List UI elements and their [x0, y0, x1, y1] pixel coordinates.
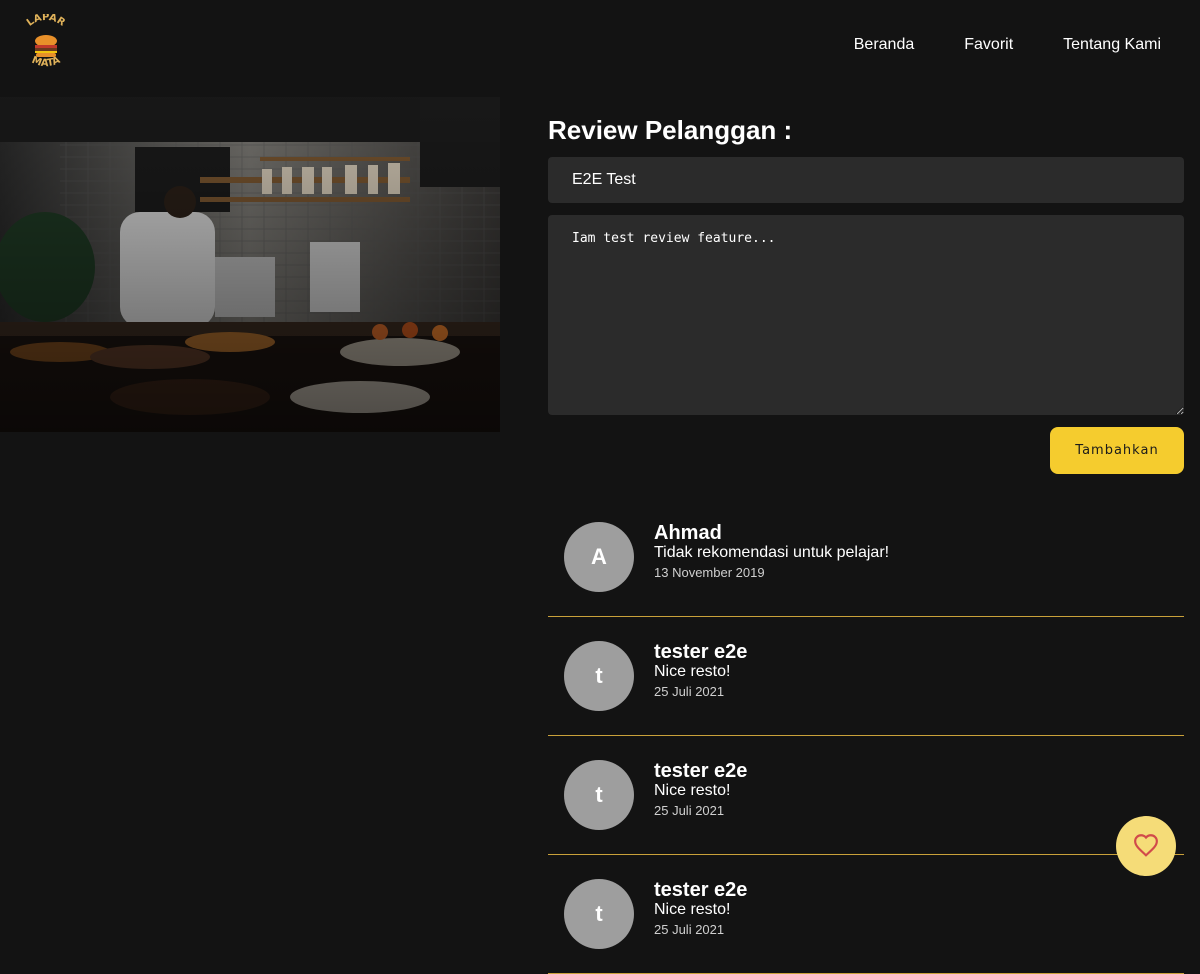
add-review-button[interactable]: Tambahkan	[1050, 427, 1184, 474]
heart-outline-icon	[1133, 833, 1159, 860]
nav-beranda-link[interactable]: Beranda	[854, 35, 915, 55]
review-date: 13 November 2019	[654, 565, 765, 580]
nav-favorit-link[interactable]: Favorit	[964, 35, 1013, 55]
review-item: t tester e2e Nice resto! 25 Juli 2021	[548, 855, 1184, 974]
review-section-title: Review Pelanggan :	[548, 115, 793, 145]
review-item: A Ahmad Tidak rekomendasi untuk pelajar!…	[548, 498, 1184, 617]
svg-text:LAPAR: LAPAR	[25, 14, 67, 29]
review-text: Nice resto!	[654, 663, 731, 680]
avatar: t	[564, 879, 634, 949]
reviewer-name: tester e2e	[654, 641, 748, 663]
review-text: Tidak rekomendasi untuk pelajar!	[654, 544, 890, 561]
review-item: t tester e2e Nice resto! 25 Juli 2021	[548, 617, 1184, 736]
avatar: A	[564, 522, 634, 592]
review-panel: Review Pelanggan : Iam test review featu…	[548, 97, 1184, 474]
reviewer-name-input[interactable]	[548, 157, 1184, 203]
review-text: Nice resto!	[654, 901, 731, 918]
review-date: 25 Juli 2021	[654, 803, 725, 818]
review-date: 25 Juli 2021	[654, 922, 725, 937]
lapar-mata-logo[interactable]: LAPAR MATA	[14, 12, 78, 78]
reviewer-name: tester e2e	[654, 879, 748, 901]
restaurant-image	[0, 97, 500, 432]
main-nav: Beranda Favorit Tentang Kami	[843, 0, 1200, 90]
review-item: t tester e2e Nice resto! 25 Juli 2021	[548, 736, 1184, 855]
avatar: t	[564, 641, 634, 711]
form-actions: Tambahkan	[548, 427, 1184, 474]
app-header: LAPAR MATA Beranda Favorit Tentang Kami	[0, 0, 1200, 90]
reviewer-name: tester e2e	[654, 760, 748, 782]
reviewer-name: Ahmad	[654, 522, 722, 544]
review-text: Nice resto!	[654, 782, 731, 799]
review-text-input[interactable]: Iam test review feature...	[548, 215, 1184, 415]
avatar: t	[564, 760, 634, 830]
favorite-button[interactable]	[1116, 816, 1176, 876]
review-list: A Ahmad Tidak rekomendasi untuk pelajar!…	[548, 498, 1184, 974]
nav-tentang-kami-link[interactable]: Tentang Kami	[1063, 35, 1161, 55]
review-date: 25 Juli 2021	[654, 684, 725, 699]
